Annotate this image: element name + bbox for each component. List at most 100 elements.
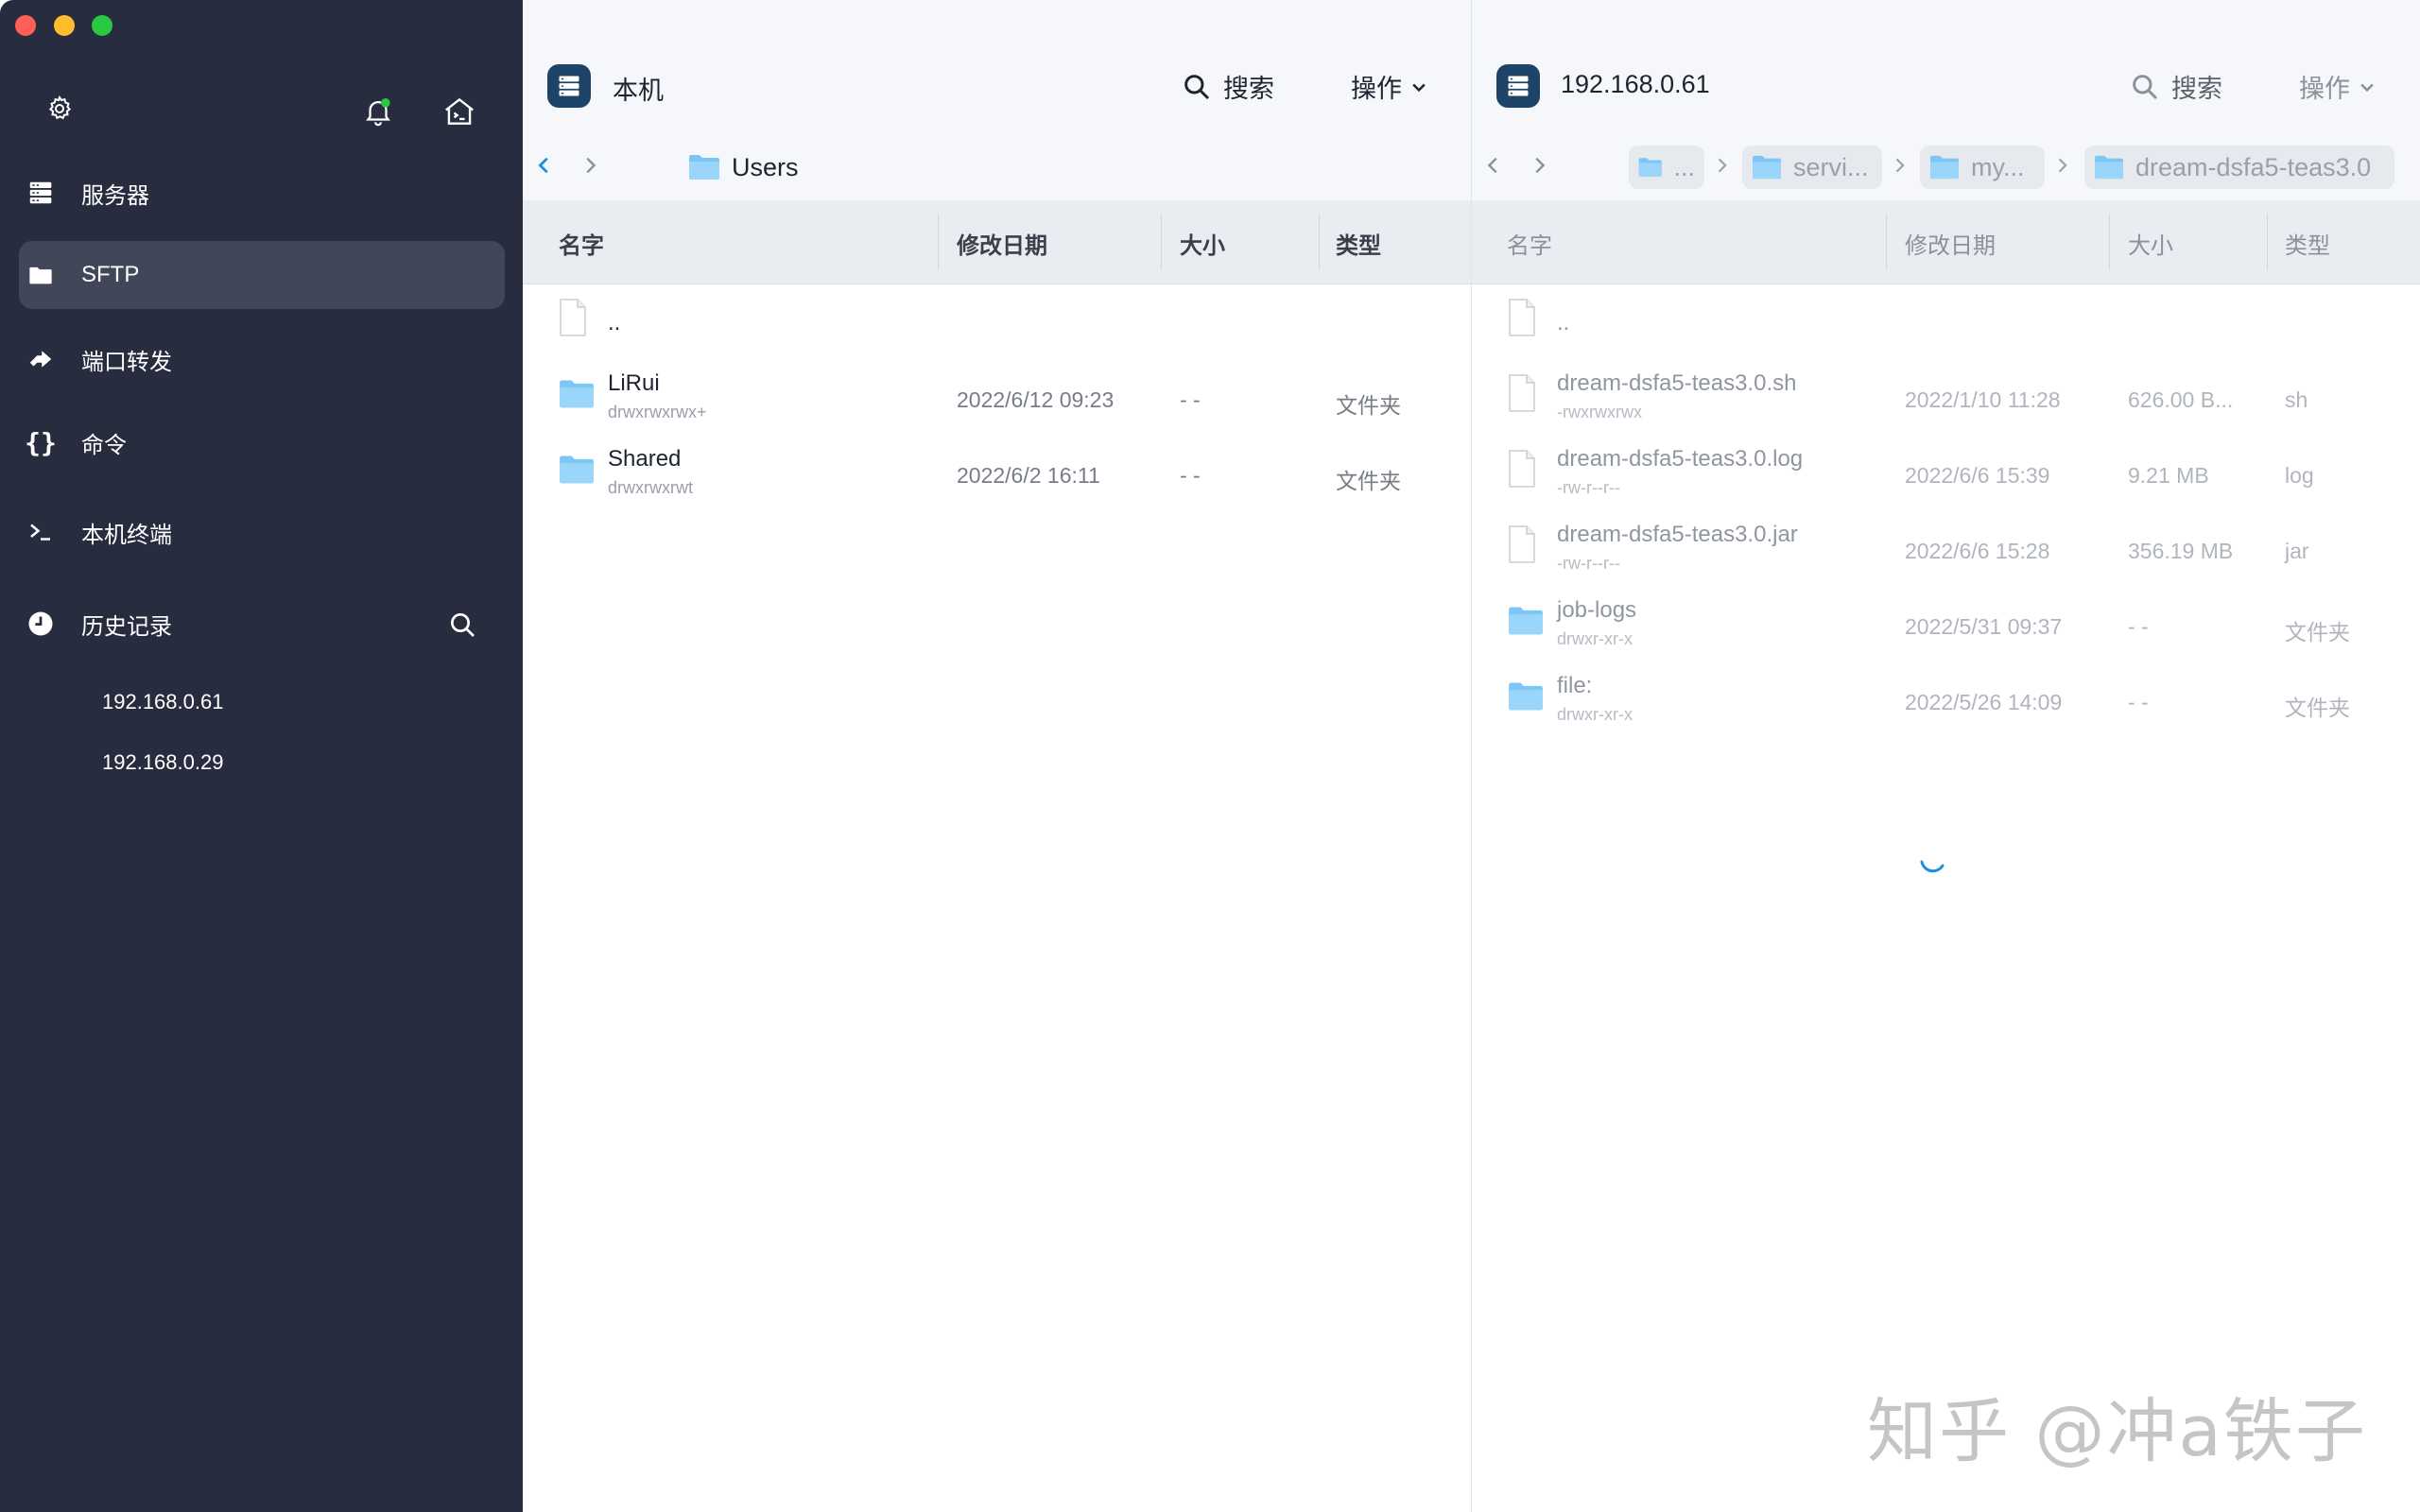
chevron-right-icon (1535, 157, 1546, 174)
file-date: 2022/5/26 14:09 (1905, 690, 2063, 714)
window-zoom-button[interactable] (92, 15, 112, 36)
file-date: 2022/5/31 09:37 (1905, 614, 2063, 639)
file-size: 9.21 MB (2128, 463, 2209, 488)
window-close-button[interactable] (15, 15, 36, 36)
folder-row[interactable]: file: drwxr-xr-x 2022/5/26 14:09 - - 文件夹 (1472, 663, 2420, 739)
file-date: 2022/6/6 15:39 (1905, 463, 2050, 488)
breadcrumb-label: my... (1971, 152, 2025, 181)
breadcrumb-item[interactable]: servi... (1742, 146, 1882, 189)
home-terminal-icon[interactable] (439, 91, 480, 132)
column-divider[interactable] (1161, 214, 1162, 270)
file-permissions: -rwxrwxrwx (1557, 403, 1642, 421)
column-header-size[interactable]: 大小 (2128, 227, 2173, 260)
column-divider[interactable] (2109, 214, 2110, 270)
sidebar-item-local-terminal[interactable]: 本机终端 (19, 498, 505, 566)
file-type: jar (2285, 539, 2309, 563)
sidebar-item-history[interactable]: 历史记录 (19, 590, 505, 658)
column-divider[interactable] (1886, 214, 1887, 270)
remote-pane: 192.168.0.61 搜索 操作 ... servi... my... dr… (1472, 0, 2420, 1512)
sidebar-item-label: SFTP (81, 262, 140, 287)
back-button[interactable] (1479, 151, 1508, 180)
chevron-right-icon (1895, 158, 1905, 173)
breadcrumb-item[interactable]: my... (1920, 146, 2045, 189)
file-row[interactable]: .. (1472, 285, 2420, 361)
folder-icon (1753, 155, 1781, 180)
column-divider[interactable] (2267, 214, 2268, 270)
breadcrumb-item[interactable]: Users (679, 146, 808, 189)
file-icon (559, 299, 587, 341)
file-row[interactable]: dream-dsfa5-teas3.0.sh -rwxrwxrwx 2022/1/1… (1472, 361, 2420, 437)
folder-icon (1638, 158, 1662, 177)
remote-search-button[interactable]: 搜索 (2130, 68, 2222, 105)
remote-ops-dropdown[interactable]: 操作 (2299, 68, 2377, 105)
window-minimize-button[interactable] (54, 15, 75, 36)
sidebar-item-port-forward[interactable]: 端口转发 (19, 325, 505, 393)
remote-table-header: 名字 修改日期 大小 类型 (1472, 200, 2420, 284)
column-header-name[interactable]: 名字 (559, 227, 604, 260)
history-item[interactable]: 192.168.0.29 (102, 750, 223, 775)
breadcrumb-item-current[interactable]: dream-dsfa5-teas3.0 (2084, 146, 2394, 189)
bell-icon[interactable] (359, 93, 397, 130)
folder-row[interactable]: job-logs drwxr-xr-x 2022/5/31 09:37 - - 文件夹 (1472, 588, 2420, 663)
folder-icon (559, 454, 595, 490)
gear-icon[interactable] (43, 93, 76, 125)
breadcrumb-label: Users (732, 152, 799, 181)
local-pane: 本机 搜索 操作 Users 名字 修改日期 大小 类型 .. LiRui dr… (523, 0, 1471, 1512)
search-icon (1184, 74, 1210, 99)
file-permissions: drwxr-xr-x (1557, 705, 1633, 724)
file-row[interactable]: .. (523, 285, 1471, 361)
forward-button[interactable] (576, 151, 604, 180)
local-table-header: 名字 修改日期 大小 类型 (523, 200, 1471, 284)
loading-spinner (1916, 841, 1950, 880)
history-item[interactable]: 192.168.0.61 (102, 690, 223, 714)
sidebar-item-label: 服务器 (81, 182, 149, 209)
chevron-right-icon (2058, 158, 2067, 173)
file-type: 文件夹 (1336, 469, 1401, 493)
file-size: - - (2128, 690, 2149, 714)
column-header-date[interactable]: 修改日期 (1905, 227, 1996, 260)
column-header-type[interactable]: 类型 (1336, 227, 1381, 260)
breadcrumb-label: ... (1673, 152, 1695, 181)
breadcrumb-label: dream-dsfa5-teas3.0 (2135, 152, 2372, 181)
folder-row[interactable]: Shared drwxrwxrwt 2022/6/2 16:11 - - 文件夹 (523, 437, 1471, 512)
file-permissions: drwxrwxrwx+ (608, 403, 707, 421)
chevron-down-icon (2360, 83, 2374, 92)
back-button[interactable] (530, 151, 559, 180)
history-search-icon[interactable] (444, 607, 480, 643)
file-name: dream-dsfa5-teas3.0.jar (1557, 522, 1798, 547)
sidebar-item-sftp[interactable]: SFTP (19, 241, 505, 309)
folder-icon (559, 378, 595, 415)
file-name: .. (608, 310, 621, 335)
file-name: dream-dsfa5-teas3.0.sh (1557, 370, 1797, 396)
column-divider[interactable] (1319, 214, 1320, 270)
column-header-type[interactable]: 类型 (2285, 227, 2330, 260)
file-row[interactable]: dream-dsfa5-teas3.0.log -rw-r--r-- 2022/6/… (1472, 437, 2420, 512)
column-header-size[interactable]: 大小 (1180, 227, 1225, 260)
column-divider[interactable] (938, 214, 939, 270)
column-header-date[interactable]: 修改日期 (957, 227, 1047, 260)
file-permissions: -rw-r--r-- (1557, 554, 1620, 573)
file-icon (1508, 299, 1536, 341)
file-permissions: -rw-r--r-- (1557, 478, 1620, 497)
sidebar: 服务器 SFTP 端口转发 {} 命令 本机终端 历史记录 192.168.0.… (0, 0, 523, 1512)
breadcrumb-item[interactable]: ... (1629, 146, 1704, 189)
search-label: 搜索 (1223, 75, 1274, 103)
sidebar-item-label: 端口转发 (81, 349, 172, 375)
folder-icon (1930, 155, 1959, 180)
server-icon (0, 179, 81, 207)
sidebar-item-servers[interactable]: 服务器 (19, 159, 505, 227)
file-size: - - (1180, 463, 1201, 488)
file-row[interactable]: dream-dsfa5-teas3.0.jar -rw-r--r-- 2022/6/… (1472, 512, 2420, 588)
forward-button[interactable] (1525, 151, 1553, 180)
sidebar-item-commands[interactable]: {} 命令 (19, 408, 505, 476)
ops-label: 操作 (1351, 75, 1402, 103)
file-size: - - (1180, 387, 1201, 412)
column-header-name[interactable]: 名字 (1507, 227, 1552, 260)
local-ops-dropdown[interactable]: 操作 (1351, 68, 1428, 105)
folder-row[interactable]: LiRui drwxrwxrwx+ 2022/6/12 09:23 - - 文件夹 (523, 361, 1471, 437)
local-host-icon (547, 64, 591, 108)
file-type: 文件夹 (2285, 620, 2350, 644)
remote-host-icon (1496, 64, 1540, 108)
local-search-button[interactable]: 搜索 (1182, 68, 1274, 105)
file-type: 文件夹 (1336, 393, 1401, 418)
